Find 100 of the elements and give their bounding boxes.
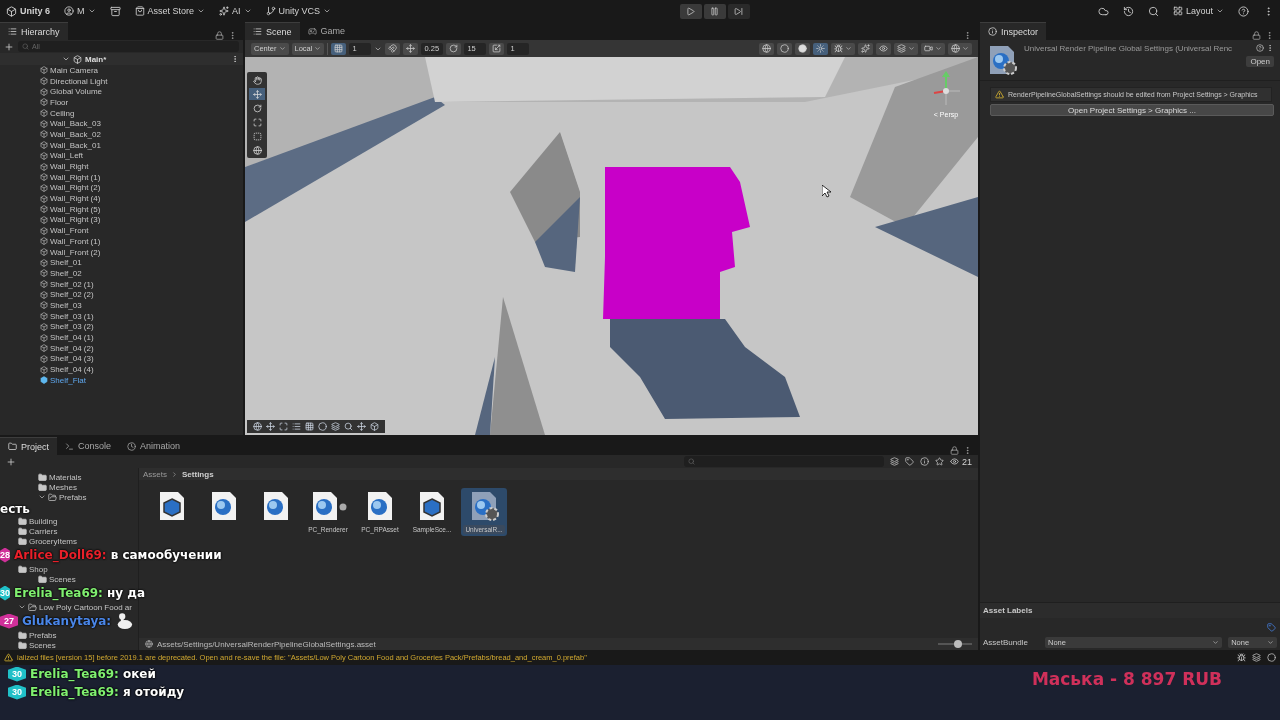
folder-item[interactable]: Building: [29, 516, 58, 526]
more-icon[interactable]: [963, 31, 972, 40]
panel-tab[interactable]: Hierarchy: [0, 22, 68, 40]
hierarchy-item[interactable]: Shelf_03: [0, 300, 243, 311]
hierarchy-item[interactable]: Wall_Back_03: [0, 118, 243, 130]
folder-item[interactable]: Carriers: [29, 526, 58, 536]
hierarchy-item[interactable]: Shelf_04 (1): [0, 332, 243, 343]
step-button[interactable]: [727, 3, 750, 19]
folder-item[interactable]: Scenes: [29, 640, 56, 650]
overlay-tool-icon[interactable]: [266, 422, 275, 431]
lock-icon[interactable]: [950, 446, 959, 455]
layers-icon[interactable]: [1252, 653, 1261, 662]
search-icon[interactable]: [1147, 5, 1159, 17]
folder-item[interactable]: Meshes: [49, 482, 77, 492]
info-icon[interactable]: [920, 457, 929, 466]
more-icon[interactable]: [963, 446, 972, 455]
lock-icon[interactable]: [1252, 31, 1261, 40]
hierarchy-item[interactable]: Wall_Right (3): [0, 214, 243, 226]
hierarchy-item[interactable]: Ceiling: [0, 107, 243, 119]
scale-snap-button[interactable]: [489, 42, 505, 55]
overlay-tool-icon[interactable]: [292, 422, 301, 431]
snap-button[interactable]: [385, 42, 401, 55]
panel-tab[interactable]: Project: [0, 437, 57, 455]
help-icon[interactable]: [1256, 44, 1264, 52]
move-tool-button[interactable]: [249, 88, 265, 100]
folder-item[interactable]: Materials: [49, 472, 82, 482]
overlay-tool-icon[interactable]: [344, 422, 353, 431]
overlay-tool-icon[interactable]: [331, 422, 340, 431]
hierarchy-item[interactable]: Directional Light: [0, 75, 243, 87]
open-settings-button[interactable]: Open Project Settings > Graphics ...: [990, 104, 1274, 116]
favorite-icon[interactable]: [935, 457, 944, 466]
hierarchy-item[interactable]: Shelf_03 (2): [0, 321, 243, 333]
hierarchy-item[interactable]: Shelf_02: [0, 268, 243, 279]
gizmos-button[interactable]: [948, 42, 972, 55]
panel-tab[interactable]: Game: [299, 22, 354, 40]
open-button[interactable]: Open: [1246, 56, 1274, 67]
add-icon[interactable]: [6, 456, 16, 467]
history-icon[interactable]: [1122, 5, 1134, 17]
folder-item[interactable]: Low Poly Cartoon Food ar: [39, 602, 132, 612]
add-icon[interactable]: [4, 41, 14, 52]
overlay-tool-icon[interactable]: [318, 422, 327, 431]
toolbar-menu[interactable]: AI: [219, 6, 252, 16]
search-field[interactable]: [684, 456, 884, 467]
hierarchy-item[interactable]: Wall_Back_02: [0, 129, 243, 140]
help-icon[interactable]: [1238, 5, 1249, 17]
hierarchy-item[interactable]: Wall_Right (4): [0, 193, 243, 204]
hidden-count[interactable]: 21: [950, 456, 972, 467]
bug-icon[interactable]: [1237, 653, 1246, 662]
hierarchy-item[interactable]: Shelf_04 (3): [0, 353, 243, 365]
play-button[interactable]: [679, 3, 702, 19]
more-icon[interactable]: [1265, 31, 1274, 40]
shaded-button[interactable]: [795, 42, 810, 55]
globe-button[interactable]: [759, 42, 774, 55]
hierarchy-item[interactable]: Shelf_Flat: [0, 374, 243, 386]
slider-thumb[interactable]: [954, 640, 963, 648]
panel-tab[interactable]: Inspector: [980, 22, 1047, 40]
more-icon[interactable]: [228, 31, 237, 40]
overlay-tool-icon[interactable]: [370, 422, 379, 431]
panel-tab[interactable]: Console: [57, 437, 120, 455]
pause-button[interactable]: [703, 3, 726, 19]
hierarchy-item[interactable]: Shelf_03 (1): [0, 310, 243, 322]
hierarchy-item[interactable]: Shelf_02 (1): [0, 278, 243, 290]
hierarchy-item[interactable]: Wall_Right: [0, 161, 243, 172]
cloud-icon[interactable]: [1097, 5, 1109, 17]
lock-icon[interactable]: [215, 31, 224, 40]
hierarchy-item[interactable]: Global Volume: [0, 86, 243, 98]
hierarchy-item[interactable]: Wall_Left: [0, 150, 243, 162]
camera-button[interactable]: [921, 42, 945, 55]
toolbar-menu[interactable]: Unity VCS: [265, 6, 332, 16]
hierarchy-item[interactable]: Main Camera: [0, 65, 243, 76]
lighting-toggle-button[interactable]: [813, 42, 828, 55]
shading-button[interactable]: [777, 42, 792, 55]
effects-button[interactable]: [858, 42, 873, 55]
folder-item[interactable]: Shop: [29, 564, 48, 574]
panel-tab[interactable]: Scene: [245, 22, 300, 40]
hierarchy-item[interactable]: Shelf_02 (2): [0, 289, 243, 301]
hierarchy-item[interactable]: Floor: [0, 97, 243, 108]
rotate-snap-button[interactable]: [446, 42, 462, 55]
toolbar-menu[interactable]: Asset Store: [134, 6, 206, 16]
overlay-tool-icon[interactable]: [305, 422, 314, 431]
panel-tab[interactable]: Animation: [119, 437, 189, 455]
breadcrumb-link[interactable]: Settings: [182, 469, 214, 479]
layout-menu[interactable]: Layout: [1172, 6, 1224, 16]
visibility-button[interactable]: [876, 42, 891, 55]
hierarchy-item[interactable]: Wall_Front (2): [0, 246, 243, 258]
account-menu[interactable]: M: [64, 6, 96, 16]
debug-button[interactable]: [831, 42, 855, 55]
grid-toggle-button[interactable]: [331, 42, 347, 55]
overlay-tool-icon[interactable]: [279, 422, 288, 431]
breadcrumb-link[interactable]: Assets: [143, 469, 167, 479]
move-snap-button[interactable]: [403, 42, 419, 55]
overlay-tool-icon[interactable]: [357, 422, 366, 431]
hierarchy-item[interactable]: Shelf_04 (4): [0, 364, 243, 375]
layers-button[interactable]: [894, 42, 918, 55]
label-icon[interactable]: [905, 457, 914, 466]
hierarchy-item[interactable]: Wall_Back_01: [0, 139, 243, 151]
filter-type-icon[interactable]: [890, 457, 899, 466]
folder-item[interactable]: Scenes: [49, 574, 76, 584]
hierarchy-item[interactable]: Shelf_01: [0, 257, 243, 269]
hierarchy-item[interactable]: Wall_Front: [0, 225, 243, 236]
